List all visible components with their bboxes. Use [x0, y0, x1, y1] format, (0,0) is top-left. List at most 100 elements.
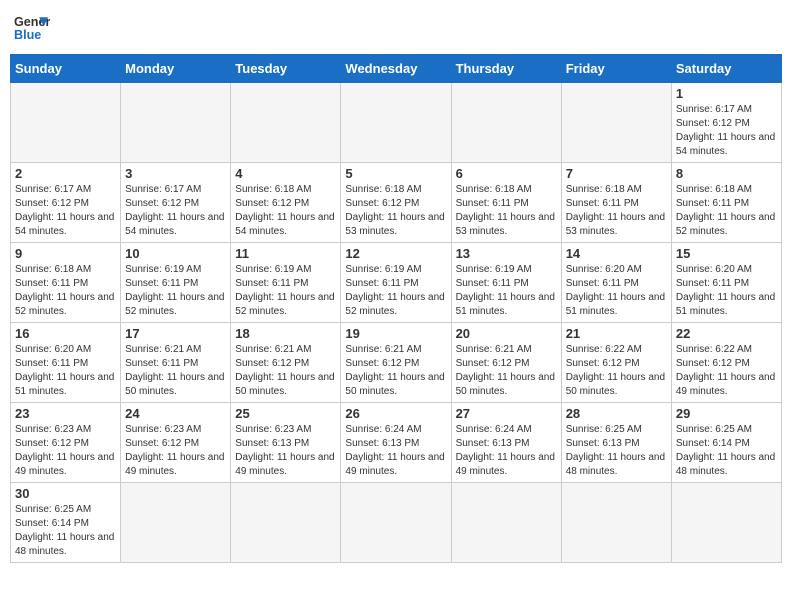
calendar-cell: 9 Sunrise: 6:18 AMSunset: 6:11 PMDaylight…	[11, 243, 121, 323]
day-info: Sunrise: 6:21 AMSunset: 6:12 PMDaylight:…	[235, 343, 336, 399]
day-info: Sunrise: 6:18 AMSunset: 6:11 PMDaylight:…	[676, 183, 777, 239]
weekday-header-tuesday: Tuesday	[231, 55, 341, 83]
calendar-week-row: 23 Sunrise: 6:23 AMSunset: 6:12 PMDayligh…	[11, 403, 782, 483]
day-info: Sunrise: 6:24 AMSunset: 6:13 PMDaylight:…	[345, 423, 446, 479]
weekday-header-friday: Friday	[561, 55, 671, 83]
calendar-cell: 11 Sunrise: 6:19 AMSunset: 6:11 PMDayligh…	[231, 243, 341, 323]
calendar-cell	[231, 83, 341, 163]
day-number: 1	[676, 86, 777, 101]
day-number: 11	[235, 246, 336, 261]
day-number: 5	[345, 166, 446, 181]
weekday-header-sunday: Sunday	[11, 55, 121, 83]
calendar-cell	[561, 83, 671, 163]
day-info: Sunrise: 6:23 AMSunset: 6:12 PMDaylight:…	[15, 423, 116, 479]
calendar-cell: 22 Sunrise: 6:22 AMSunset: 6:12 PMDayligh…	[671, 323, 781, 403]
day-info: Sunrise: 6:19 AMSunset: 6:11 PMDaylight:…	[235, 263, 336, 319]
day-info: Sunrise: 6:18 AMSunset: 6:12 PMDaylight:…	[235, 183, 336, 239]
day-number: 19	[345, 326, 446, 341]
day-info: Sunrise: 6:18 AMSunset: 6:12 PMDaylight:…	[345, 183, 446, 239]
day-info: Sunrise: 6:20 AMSunset: 6:11 PMDaylight:…	[676, 263, 777, 319]
calendar-cell: 23 Sunrise: 6:23 AMSunset: 6:12 PMDayligh…	[11, 403, 121, 483]
day-number: 7	[566, 166, 667, 181]
logo: General Blue	[14, 10, 50, 46]
weekday-header-thursday: Thursday	[451, 55, 561, 83]
calendar-cell: 20 Sunrise: 6:21 AMSunset: 6:12 PMDayligh…	[451, 323, 561, 403]
day-number: 15	[676, 246, 777, 261]
calendar-cell: 13 Sunrise: 6:19 AMSunset: 6:11 PMDayligh…	[451, 243, 561, 323]
calendar-cell	[231, 483, 341, 563]
day-info: Sunrise: 6:24 AMSunset: 6:13 PMDaylight:…	[456, 423, 557, 479]
svg-text:Blue: Blue	[14, 28, 41, 42]
day-info: Sunrise: 6:20 AMSunset: 6:11 PMDaylight:…	[566, 263, 667, 319]
calendar-cell: 1Sunrise: 6:17 AMSunset: 6:12 PMDaylight…	[671, 83, 781, 163]
calendar-cell: 14 Sunrise: 6:20 AMSunset: 6:11 PMDayligh…	[561, 243, 671, 323]
day-number: 20	[456, 326, 557, 341]
day-number: 13	[456, 246, 557, 261]
day-number: 9	[15, 246, 116, 261]
calendar-cell: 16 Sunrise: 6:20 AMSunset: 6:11 PMDayligh…	[11, 323, 121, 403]
day-number: 16	[15, 326, 116, 341]
day-number: 27	[456, 406, 557, 421]
day-number: 10	[125, 246, 226, 261]
day-info: Sunrise: 6:17 AMSunset: 6:12 PMDaylight:…	[15, 183, 116, 239]
calendar-cell: 28 Sunrise: 6:25 AMSunset: 6:13 PMDayligh…	[561, 403, 671, 483]
logo-icon: General Blue	[14, 10, 50, 46]
weekday-header-saturday: Saturday	[671, 55, 781, 83]
calendar-cell	[561, 483, 671, 563]
day-number: 29	[676, 406, 777, 421]
day-info: Sunrise: 6:22 AMSunset: 6:12 PMDaylight:…	[676, 343, 777, 399]
calendar-cell: 27 Sunrise: 6:24 AMSunset: 6:13 PMDayligh…	[451, 403, 561, 483]
day-info: Sunrise: 6:19 AMSunset: 6:11 PMDaylight:…	[456, 263, 557, 319]
day-info: Sunrise: 6:22 AMSunset: 6:12 PMDaylight:…	[566, 343, 667, 399]
calendar-cell: 6Sunrise: 6:18 AMSunset: 6:11 PMDaylight…	[451, 163, 561, 243]
calendar-cell: 24Sunrise: 6:23 AMSunset: 6:12 PMDayligh…	[121, 403, 231, 483]
calendar-week-row: 2 Sunrise: 6:17 AMSunset: 6:12 PMDaylight…	[11, 163, 782, 243]
day-info: Sunrise: 6:21 AMSunset: 6:12 PMDaylight:…	[456, 343, 557, 399]
calendar-cell: 17Sunrise: 6:21 AMSunset: 6:11 PMDayligh…	[121, 323, 231, 403]
calendar-cell: 29Sunrise: 6:25 AMSunset: 6:14 PMDayligh…	[671, 403, 781, 483]
calendar-cell: 2 Sunrise: 6:17 AMSunset: 6:12 PMDaylight…	[11, 163, 121, 243]
calendar-cell: 19 Sunrise: 6:21 AMSunset: 6:12 PMDayligh…	[341, 323, 451, 403]
calendar-cell: 18 Sunrise: 6:21 AMSunset: 6:12 PMDayligh…	[231, 323, 341, 403]
day-number: 18	[235, 326, 336, 341]
day-number: 26	[345, 406, 446, 421]
day-number: 3	[125, 166, 226, 181]
day-number: 12	[345, 246, 446, 261]
day-info: Sunrise: 6:18 AMSunset: 6:11 PMDaylight:…	[566, 183, 667, 239]
calendar-week-row: 16 Sunrise: 6:20 AMSunset: 6:11 PMDayligh…	[11, 323, 782, 403]
calendar-cell	[341, 83, 451, 163]
day-number: 14	[566, 246, 667, 261]
day-info: Sunrise: 6:25 AMSunset: 6:14 PMDaylight:…	[15, 503, 116, 559]
calendar-cell	[341, 483, 451, 563]
day-info: Sunrise: 6:20 AMSunset: 6:11 PMDaylight:…	[15, 343, 116, 399]
day-number: 23	[15, 406, 116, 421]
calendar-cell: 5 Sunrise: 6:18 AMSunset: 6:12 PMDaylight…	[341, 163, 451, 243]
day-number: 8	[676, 166, 777, 181]
calendar-cell	[451, 83, 561, 163]
day-info: Sunrise: 6:25 AMSunset: 6:13 PMDaylight:…	[566, 423, 667, 479]
day-info: Sunrise: 6:21 AMSunset: 6:12 PMDaylight:…	[345, 343, 446, 399]
day-info: Sunrise: 6:18 AMSunset: 6:11 PMDaylight:…	[15, 263, 116, 319]
day-info: Sunrise: 6:19 AMSunset: 6:11 PMDaylight:…	[345, 263, 446, 319]
day-info: Sunrise: 6:23 AMSunset: 6:12 PMDaylight:…	[125, 423, 226, 479]
calendar-cell	[121, 83, 231, 163]
day-number: 21	[566, 326, 667, 341]
calendar-week-row: 9 Sunrise: 6:18 AMSunset: 6:11 PMDaylight…	[11, 243, 782, 323]
weekday-header-row: SundayMondayTuesdayWednesdayThursdayFrid…	[11, 55, 782, 83]
calendar-cell	[121, 483, 231, 563]
day-number: 22	[676, 326, 777, 341]
day-number: 28	[566, 406, 667, 421]
calendar-cell: 3Sunrise: 6:17 AMSunset: 6:12 PMDaylight…	[121, 163, 231, 243]
calendar-cell: 12 Sunrise: 6:19 AMSunset: 6:11 PMDayligh…	[341, 243, 451, 323]
day-number: 30	[15, 486, 116, 501]
day-number: 2	[15, 166, 116, 181]
day-info: Sunrise: 6:18 AMSunset: 6:11 PMDaylight:…	[456, 183, 557, 239]
calendar-cell: 8 Sunrise: 6:18 AMSunset: 6:11 PMDaylight…	[671, 163, 781, 243]
calendar-table: SundayMondayTuesdayWednesdayThursdayFrid…	[10, 54, 782, 563]
calendar-cell: 10 Sunrise: 6:19 AMSunset: 6:11 PMDayligh…	[121, 243, 231, 323]
day-info: Sunrise: 6:19 AMSunset: 6:11 PMDaylight:…	[125, 263, 226, 319]
page-header: General Blue	[10, 10, 782, 46]
calendar-cell: 25Sunrise: 6:23 AMSunset: 6:13 PMDayligh…	[231, 403, 341, 483]
day-number: 4	[235, 166, 336, 181]
calendar-week-row: 30 Sunrise: 6:25 AMSunset: 6:14 PMDayligh…	[11, 483, 782, 563]
